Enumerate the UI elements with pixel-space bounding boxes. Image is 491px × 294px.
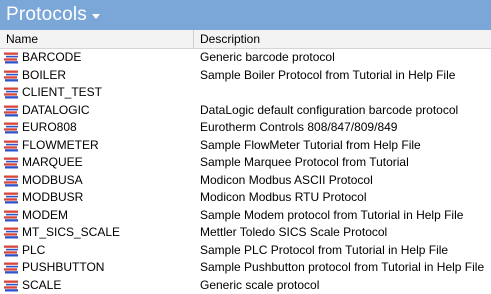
protocol-icon bbox=[4, 210, 18, 222]
protocol-name: SCALE bbox=[22, 277, 62, 292]
list-item[interactable]: PLC Sample PLC Protocol from Tutorial in … bbox=[0, 242, 491, 260]
protocol-description: Modicon Modbus RTU Protocol bbox=[200, 190, 367, 204]
protocol-description: Sample Marquee Protocol from Tutorial bbox=[200, 155, 409, 169]
chevron-down-icon[interactable] bbox=[92, 13, 101, 19]
protocol-name: MT_SICS_SCALE bbox=[22, 225, 121, 239]
protocol-icon bbox=[4, 52, 18, 64]
protocol-description: Sample Modem protocol from Tutorial in H… bbox=[200, 207, 464, 222]
column-header-name[interactable]: Name bbox=[6, 30, 38, 48]
list-item[interactable]: MARQUEE Sample Marquee Protocol from Tuto… bbox=[0, 154, 491, 172]
protocol-description: Mettler Toledo SICS Scale Protocol bbox=[200, 225, 388, 239]
protocol-name: PUSHBUTTON bbox=[22, 260, 105, 274]
protocol-description: DataLogic default configuration barcode … bbox=[200, 102, 459, 117]
protocol-icon bbox=[4, 175, 18, 187]
protocol-icon bbox=[4, 157, 18, 169]
protocol-icon bbox=[4, 140, 18, 152]
protocols-panel: Protocols Name Description BARCODE Generi… bbox=[0, 0, 491, 294]
protocol-icon bbox=[4, 105, 18, 117]
protocol-icon bbox=[4, 192, 18, 204]
protocol-list: BARCODE Generic barcode protocol BOILER Sam… bbox=[0, 49, 491, 294]
protocol-name: PLC bbox=[22, 242, 46, 257]
protocol-icon bbox=[4, 122, 18, 134]
protocol-name: MODBUSA bbox=[22, 172, 83, 187]
list-item[interactable]: MODEM Sample Modem protocol from Tutorial… bbox=[0, 207, 491, 225]
protocol-name: FLOWMETER bbox=[22, 137, 99, 152]
protocol-name: MODBUSR bbox=[22, 190, 84, 204]
list-item[interactable]: EURO808 Eurotherm Controls 808/847/809/84… bbox=[0, 119, 491, 137]
protocol-description: Generic barcode protocol bbox=[200, 50, 335, 64]
list-item[interactable]: CLIENT_TEST bbox=[0, 84, 491, 102]
protocol-name: CLIENT_TEST bbox=[22, 85, 103, 99]
protocol-icon bbox=[4, 245, 18, 257]
protocol-description: Eurotherm Controls 808/847/809/849 bbox=[200, 120, 398, 134]
protocol-icon bbox=[4, 87, 18, 99]
protocol-name: EURO808 bbox=[22, 120, 77, 134]
list-item[interactable]: DATALOGIC DataLogic default configuration… bbox=[0, 102, 491, 120]
protocol-name: BOILER bbox=[22, 67, 67, 82]
list-item[interactable]: MODBUSA Modicon Modbus ASCII Protocol bbox=[0, 172, 491, 190]
protocol-icon bbox=[4, 280, 18, 292]
protocol-description: Sample Pushbutton protocol from Tutorial… bbox=[200, 260, 485, 274]
list-item[interactable]: BOILER Sample Boiler Protocol from Tutori… bbox=[0, 67, 491, 85]
list-item[interactable]: MODBUSR Modicon Modbus RTU Protocol bbox=[0, 189, 491, 207]
column-header-description[interactable]: Description bbox=[200, 30, 260, 48]
protocol-icon bbox=[4, 70, 18, 82]
list-item[interactable]: PUSHBUTTON Sample Pushbutton protocol fro… bbox=[0, 259, 491, 277]
column-resize-handle[interactable] bbox=[193, 30, 194, 48]
title-bar[interactable]: Protocols bbox=[0, 0, 491, 30]
protocol-name: MODEM bbox=[22, 207, 68, 222]
protocol-description: Sample PLC Protocol from Tutorial in Hel… bbox=[200, 242, 449, 257]
protocol-description: Generic scale protocol bbox=[200, 277, 320, 292]
panel-title: Protocols bbox=[6, 4, 88, 25]
list-item[interactable]: FLOWMETER Sample FlowMeter Tutorial from … bbox=[0, 137, 491, 155]
protocol-name: MARQUEE bbox=[22, 155, 83, 169]
protocol-description: Sample Boiler Protocol from Tutorial in … bbox=[200, 67, 456, 82]
protocol-description: Modicon Modbus ASCII Protocol bbox=[200, 172, 373, 187]
list-item[interactable]: SCALE Generic scale protocol bbox=[0, 277, 491, 294]
protocol-icon bbox=[4, 227, 18, 239]
protocol-description: Sample FlowMeter Tutorial from Help File bbox=[200, 137, 421, 152]
protocol-name: DATALOGIC bbox=[22, 102, 90, 117]
protocol-icon bbox=[4, 262, 18, 274]
protocol-name: BARCODE bbox=[22, 50, 82, 64]
table-header: Name Description bbox=[0, 30, 491, 49]
list-item[interactable]: BARCODE Generic barcode protocol bbox=[0, 49, 491, 67]
list-item[interactable]: MT_SICS_SCALE Mettler Toledo SICS Scale P… bbox=[0, 224, 491, 242]
